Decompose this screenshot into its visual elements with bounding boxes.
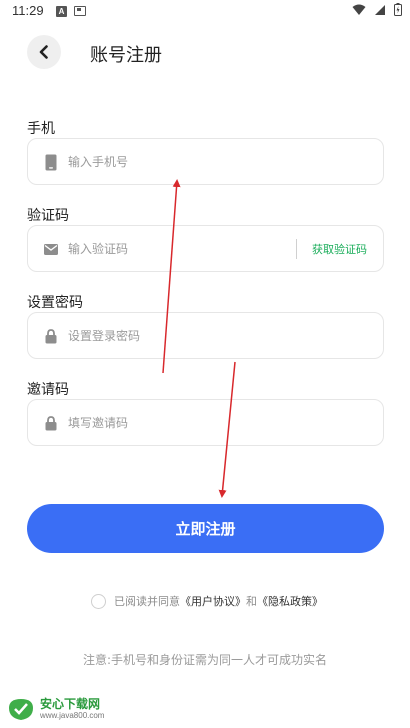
agreement-row: 已阅读并同意 《用户协议》 和 《隐私政策》 [91, 593, 323, 609]
status-indicators [352, 3, 402, 16]
sim-card-icon [74, 6, 86, 16]
phone-field[interactable] [27, 138, 384, 185]
code-label: 验证码 [27, 208, 69, 224]
agreement-and: 和 [246, 595, 257, 608]
status-bar: 11:29 A [0, 0, 410, 24]
code-divider [296, 239, 297, 259]
annotation-arrows [162, 179, 236, 498]
signal-icon [375, 4, 385, 15]
invite-label: 邀请码 [27, 382, 69, 398]
phone-icon [44, 153, 58, 171]
chevron-left-icon [39, 45, 48, 59]
get-code-button[interactable]: 获取验证码 [312, 241, 367, 257]
code-input[interactable] [68, 226, 288, 271]
invite-field[interactable] [27, 399, 384, 446]
agreement-prefix: 已阅读并同意 [114, 595, 180, 608]
phone-input[interactable] [68, 139, 298, 184]
mail-icon [44, 240, 58, 258]
lock-icon [44, 327, 58, 345]
wifi-icon [352, 4, 366, 15]
notice-text: 注意:手机号和身份证需为同一人才可成功实名 [82, 653, 328, 667]
watermark-url: www.java800.com [40, 711, 105, 720]
agree-checkbox[interactable] [91, 593, 106, 609]
back-button[interactable] [27, 35, 61, 69]
password-field[interactable] [27, 312, 384, 359]
phone-label: 手机 [27, 121, 55, 137]
page-title: 账号注册 [90, 45, 162, 66]
watermark-logo-icon [6, 696, 36, 722]
invite-input[interactable] [68, 400, 298, 445]
register-button[interactable]: 立即注册 [27, 504, 384, 553]
notification-a-icon: A [56, 6, 67, 17]
watermark-title: 安心下载网 [40, 697, 101, 711]
code-field[interactable]: 获取验证码 [27, 225, 384, 272]
lock-icon [44, 414, 58, 432]
privacy-policy-link[interactable]: 《隐私政策》 [257, 593, 323, 609]
register-button-label: 立即注册 [175, 520, 236, 538]
watermark: 安心下载网 www.java800.com [6, 696, 104, 722]
password-input[interactable] [68, 313, 298, 358]
status-time: 11:29 [12, 3, 44, 18]
battery-icon [394, 3, 402, 16]
user-agreement-link[interactable]: 《用户协议》 [180, 593, 246, 609]
password-label: 设置密码 [27, 295, 83, 311]
